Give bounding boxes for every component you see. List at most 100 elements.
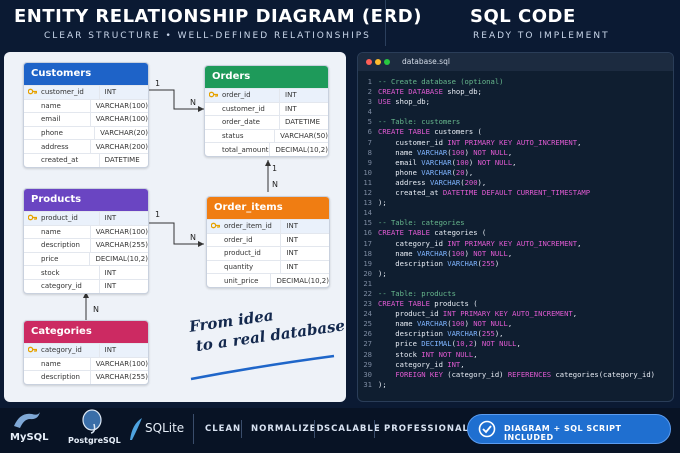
code-token: shop_db; — [442, 87, 482, 97]
column-type: VARCHAR(100) — [95, 115, 148, 124]
code-token: ) — [464, 319, 474, 329]
column-type: INT — [286, 222, 298, 231]
cardinality-many: N — [190, 98, 196, 107]
categories-table[interactable]: Categories category_id INT name VARCHAR(100… — [23, 320, 149, 385]
line-number: 16 — [363, 228, 372, 238]
column-row: quantity INT — [207, 259, 329, 274]
code-line: 21 — [358, 279, 673, 289]
code-token: 255 — [481, 329, 495, 339]
column-name: order_id — [205, 89, 281, 102]
column-name: name — [24, 357, 91, 371]
code-token: ); — [378, 198, 387, 208]
code-token: NOT NULL — [473, 319, 508, 329]
code-line: 8 name VARCHAR(100) NOT NULL, — [358, 148, 673, 158]
line-number: 30 — [363, 369, 372, 379]
line-number: 1 — [367, 77, 372, 86]
customers-table[interactable]: Customers customer_id INT name VARCHAR(100)… — [23, 62, 149, 168]
code-token: categories(category_id) — [551, 369, 655, 379]
code-token: product_id — [378, 309, 443, 319]
column-name-text: category_id — [41, 282, 82, 291]
key-icon — [27, 88, 38, 97]
tag-scalable: SCALABLE — [324, 424, 381, 434]
line-number: 15 — [363, 218, 372, 228]
sql-code: 1 -- Create database (optional) 2 CREATE DA… — [358, 77, 673, 390]
erd-subtitle: CLEAR STRUCTURE • WELL-DEFINED RELATIONS… — [44, 31, 371, 41]
column-type: VARCHAR(255) — [95, 241, 148, 250]
column-name-text: category_id — [41, 346, 82, 355]
code-token: FOREIGN KEY — [395, 369, 443, 379]
line-number: 25 — [363, 319, 372, 329]
column-row: stock INT — [24, 265, 148, 279]
order-items-table[interactable]: Order_items order_item_id INT order_id INT p… — [206, 196, 330, 288]
column-type: VARCHAR(200) — [95, 142, 148, 151]
footer-divider — [193, 414, 194, 444]
minimize-dot-icon[interactable] — [375, 59, 381, 65]
line-number: 14 — [363, 208, 372, 218]
code-token: ) — [464, 147, 474, 157]
column-row: customer_id INT — [205, 101, 328, 116]
column-type: VARCHAR(50) — [280, 132, 328, 141]
code-line: 17 category_id INT PRIMARY KEY AUTO_INCR… — [358, 239, 673, 249]
code-line: 25 name VARCHAR(100) NOT NULL, — [358, 319, 673, 329]
close-dot-icon[interactable] — [366, 59, 372, 65]
column-name: created_at — [24, 153, 100, 167]
column-name: phone — [24, 126, 96, 140]
code-token: 20 — [455, 167, 465, 177]
code-line: 4 — [358, 107, 673, 117]
code-token: VARCHAR — [416, 248, 448, 258]
line-number: 27 — [363, 339, 372, 349]
code-token: , — [577, 238, 582, 248]
column-row: price DECIMAL(10,2) — [24, 251, 148, 266]
column-name: category_id — [24, 279, 100, 293]
line-number: 13 — [363, 198, 372, 208]
column-name-text: order_item_id — [224, 222, 272, 231]
elephant-icon — [82, 409, 102, 434]
column-name: name — [24, 225, 91, 239]
column-name: product_id — [207, 247, 282, 260]
column-name-text: customer_id — [222, 104, 265, 113]
cardinality-many: N — [272, 180, 278, 189]
code-line: 16 CREATE TABLE categories ( — [358, 228, 673, 238]
line-number: 8 — [367, 147, 372, 157]
products-table[interactable]: Products product_id INT name VARCHAR(100) de… — [23, 188, 149, 294]
code-token: 100 — [451, 147, 465, 157]
column-type: INT — [286, 263, 298, 272]
code-token: INT PRIMARY KEY AUTO_INCREMENT — [442, 309, 573, 319]
editor-title-bar: database.sql — [358, 53, 673, 71]
code-token: 100 — [455, 157, 469, 167]
code-token: CREATE DATABASE — [378, 87, 443, 97]
line-number: 9 — [367, 157, 372, 167]
code-line: 12 created_at DATETIME DEFAULT CURRENT_T… — [358, 188, 673, 198]
column-name: order_id — [207, 233, 282, 247]
column-name: customer_id — [205, 102, 281, 116]
line-number: 5 — [367, 117, 372, 127]
column-type: DATETIME — [104, 156, 140, 165]
header-divider — [385, 0, 386, 46]
line-number: 11 — [363, 177, 372, 187]
column-name: description — [24, 239, 91, 252]
code-token: NOT NULL — [481, 339, 517, 349]
key-icon — [208, 91, 219, 100]
column-name: order_item_id — [207, 220, 282, 233]
column-name-text: order_id — [224, 235, 253, 244]
code-token: , — [507, 248, 513, 258]
column-name-text: unit_price — [224, 276, 259, 285]
column-name-text: price — [41, 255, 59, 264]
line-number: 18 — [363, 248, 372, 258]
column-name-text: stock — [41, 268, 60, 277]
maximize-dot-icon[interactable] — [384, 59, 390, 65]
code-token: VARCHAR — [416, 319, 448, 329]
code-token: name — [378, 147, 417, 157]
column-row: status VARCHAR(50) — [205, 128, 328, 143]
code-token: VARCHAR — [421, 167, 452, 177]
code-token: VARCHAR — [421, 157, 452, 167]
included-badge[interactable]: DIAGRAM + SQL SCRIPT INCLUDED — [467, 414, 671, 444]
code-line: 13); — [358, 198, 673, 208]
column-name: email — [24, 113, 91, 126]
code-line: 10 phone VARCHAR(20), — [358, 168, 673, 178]
orders-table[interactable]: Orders order_id INT customer_id INT order_da… — [204, 65, 329, 157]
code-token: , — [512, 157, 517, 167]
column-row: phone VARCHAR(20) — [24, 125, 148, 140]
code-token: categories ( — [429, 228, 487, 238]
